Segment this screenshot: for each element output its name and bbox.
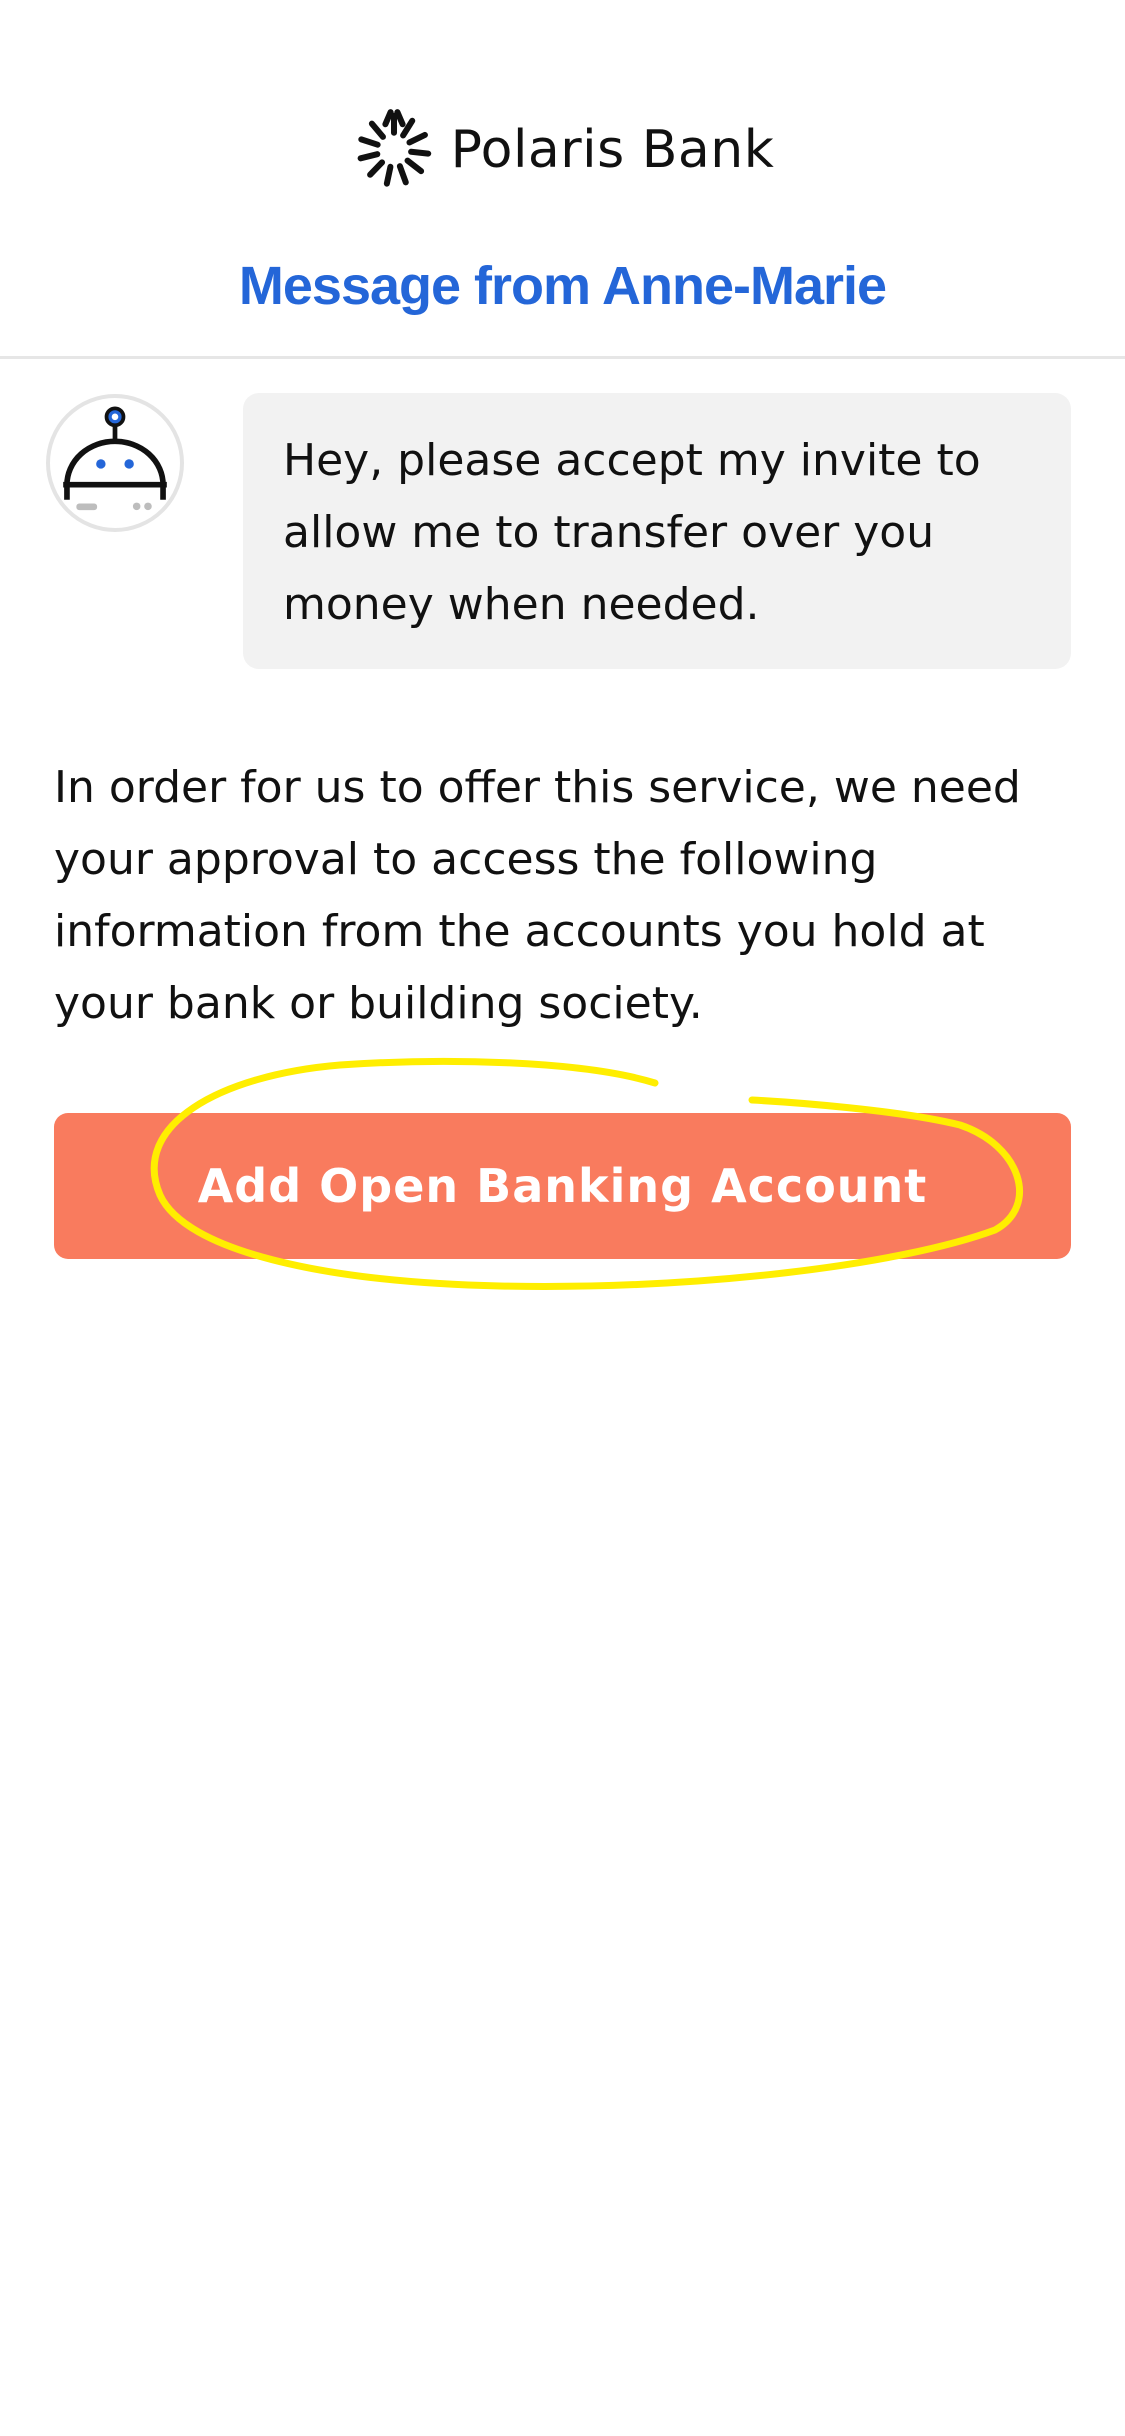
brand-name: Polaris Bank (450, 120, 775, 180)
brand-logo: Polaris Bank (0, 105, 1125, 195)
app-header: Polaris Bank Message from Anne-Marie (0, 0, 1125, 359)
robot-avatar-icon (63, 406, 167, 511)
sender-avatar (46, 394, 184, 532)
page-title: Message from Anne-Marie (238, 256, 887, 316)
message-bubble: Hey, please accept my invite to allow me… (243, 393, 1071, 669)
message-text: Hey, please accept my invite to allow me… (283, 435, 981, 630)
add-open-banking-account-label: Add Open Banking Account (197, 1159, 928, 1213)
sunburst-logo-icon (357, 109, 431, 187)
consent-description: In order for us to offer this service, w… (54, 762, 1021, 1029)
add-open-banking-account-button[interactable]: Add Open Banking Account (54, 1113, 1071, 1259)
